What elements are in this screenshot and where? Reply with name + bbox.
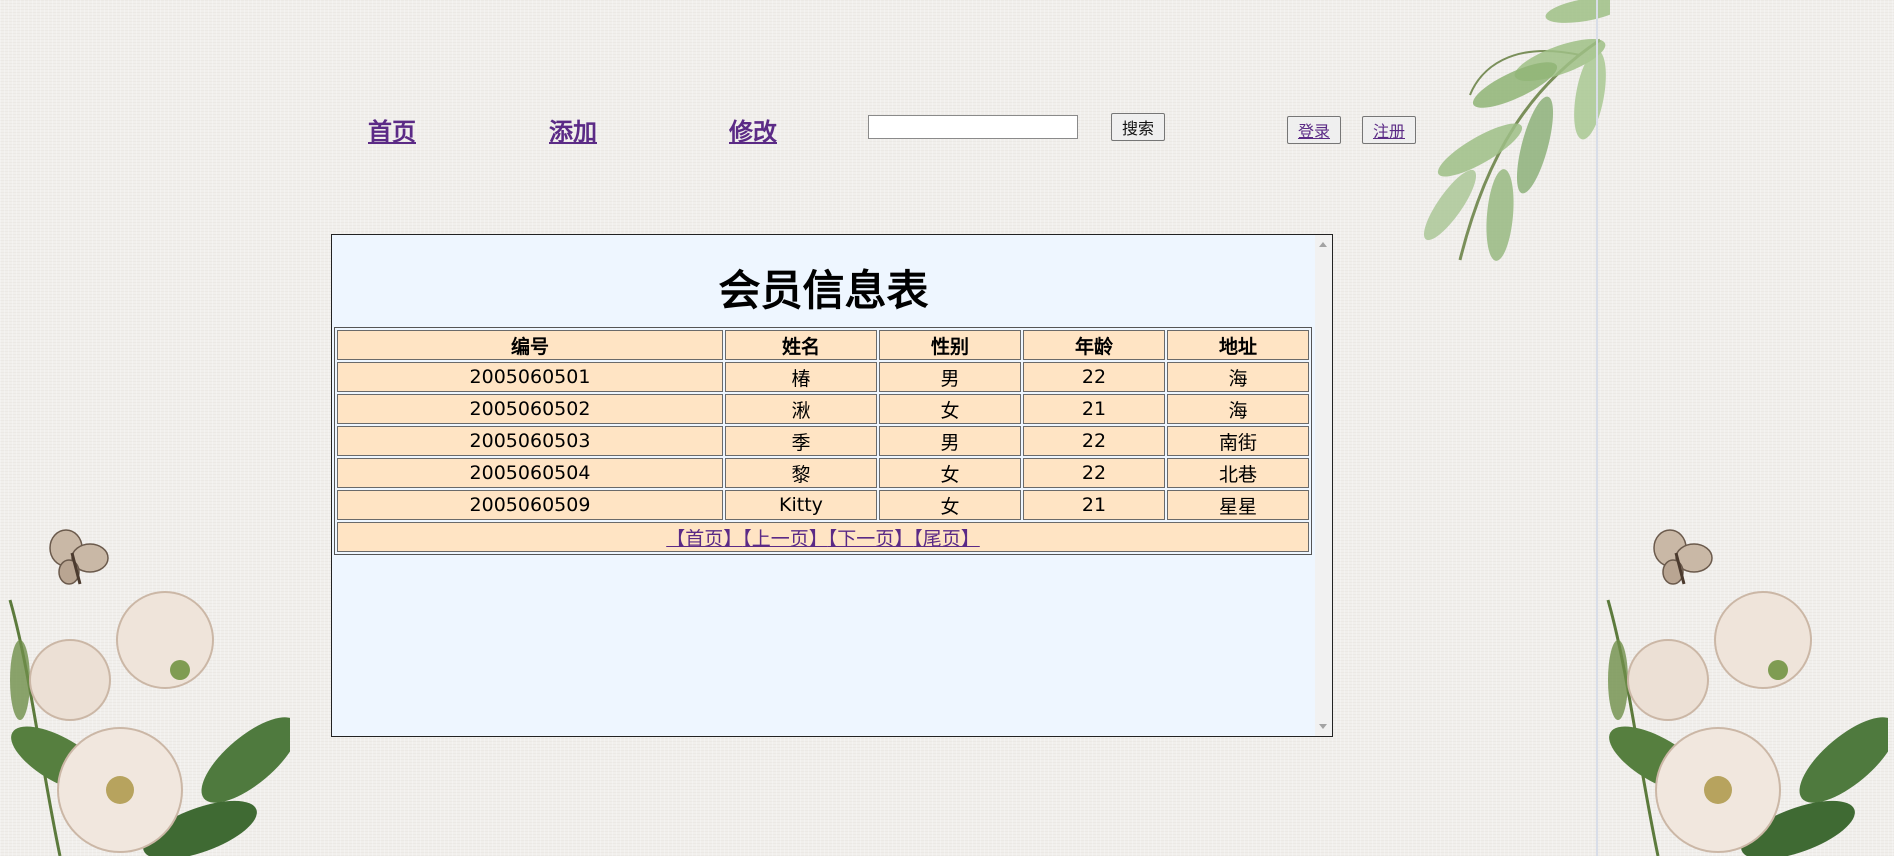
cell-gender: 女 <box>879 490 1021 520</box>
login-button[interactable]: 登录 <box>1287 116 1341 144</box>
page-title: 会员信息表 <box>718 266 929 315</box>
leaf-branch-decoration <box>1330 0 1610 310</box>
scroll-up-icon[interactable] <box>1319 242 1327 247</box>
cell-name: 黎 <box>725 458 877 488</box>
member-frame: 会员信息表 编号 姓名 性别 年龄 地址 2005060501 椿 男 22 海… <box>331 234 1333 737</box>
cell-gender: 女 <box>879 394 1021 424</box>
cell-id: 2005060504 <box>337 458 723 488</box>
pagination-first-link[interactable]: 【首页】 <box>666 528 742 550</box>
cell-id: 2005060509 <box>337 490 723 520</box>
table-row: 2005060509 Kitty 女 21 星星 <box>337 490 1309 520</box>
table-row: 2005060501 椿 男 22 海 <box>337 362 1309 392</box>
table-header-row: 编号 姓名 性别 年龄 地址 <box>337 330 1309 360</box>
vertical-scrollbar[interactable] <box>1315 235 1332 736</box>
cell-address: 海 <box>1167 362 1309 392</box>
cell-age: 21 <box>1023 490 1165 520</box>
search-input[interactable] <box>868 115 1078 139</box>
cell-age: 22 <box>1023 458 1165 488</box>
pagination: 【首页】【上一页】【下一页】【尾页】 <box>337 522 1309 552</box>
pagination-next-link[interactable]: 【下一页】 <box>828 528 914 550</box>
register-button[interactable]: 注册 <box>1362 116 1416 144</box>
table-row: 2005060503 季 男 22 南街 <box>337 426 1309 456</box>
cell-gender: 女 <box>879 458 1021 488</box>
search-button[interactable]: 搜索 <box>1111 113 1165 141</box>
table-row: 2005060502 湫 女 21 海 <box>337 394 1309 424</box>
magnolia-flower-decoration <box>0 560 290 856</box>
cell-address: 北巷 <box>1167 458 1309 488</box>
cell-address: 海 <box>1167 394 1309 424</box>
member-table: 编号 姓名 性别 年龄 地址 2005060501 椿 男 22 海 20050… <box>334 327 1312 555</box>
magnolia-flower-decoration <box>1598 560 1888 856</box>
cell-age: 21 <box>1023 394 1165 424</box>
scroll-down-icon[interactable] <box>1319 724 1327 729</box>
cell-name: 季 <box>725 426 877 456</box>
column-header-name: 姓名 <box>725 330 877 360</box>
nav-edit-link[interactable]: 修改 <box>729 112 777 147</box>
pagination-last-link[interactable]: 【尾页】 <box>913 528 980 550</box>
cell-id: 2005060501 <box>337 362 723 392</box>
pagination-prev-link[interactable]: 【上一页】 <box>742 528 828 550</box>
cell-gender: 男 <box>879 362 1021 392</box>
table-row: 2005060504 黎 女 22 北巷 <box>337 458 1309 488</box>
cell-id: 2005060502 <box>337 394 723 424</box>
cell-address: 南街 <box>1167 426 1309 456</box>
cell-name: Kitty <box>725 490 877 520</box>
column-header-address: 地址 <box>1167 330 1309 360</box>
nav-home-link[interactable]: 首页 <box>368 112 416 147</box>
cell-gender: 男 <box>879 426 1021 456</box>
column-header-age: 年龄 <box>1023 330 1165 360</box>
cell-name: 湫 <box>725 394 877 424</box>
cell-id: 2005060503 <box>337 426 723 456</box>
column-header-id: 编号 <box>337 330 723 360</box>
column-header-gender: 性别 <box>879 330 1021 360</box>
pagination-row: 【首页】【上一页】【下一页】【尾页】 <box>337 522 1309 552</box>
cell-age: 22 <box>1023 362 1165 392</box>
cell-name: 椿 <box>725 362 877 392</box>
cell-age: 22 <box>1023 426 1165 456</box>
nav-add-link[interactable]: 添加 <box>549 112 597 147</box>
cell-address: 星星 <box>1167 490 1309 520</box>
